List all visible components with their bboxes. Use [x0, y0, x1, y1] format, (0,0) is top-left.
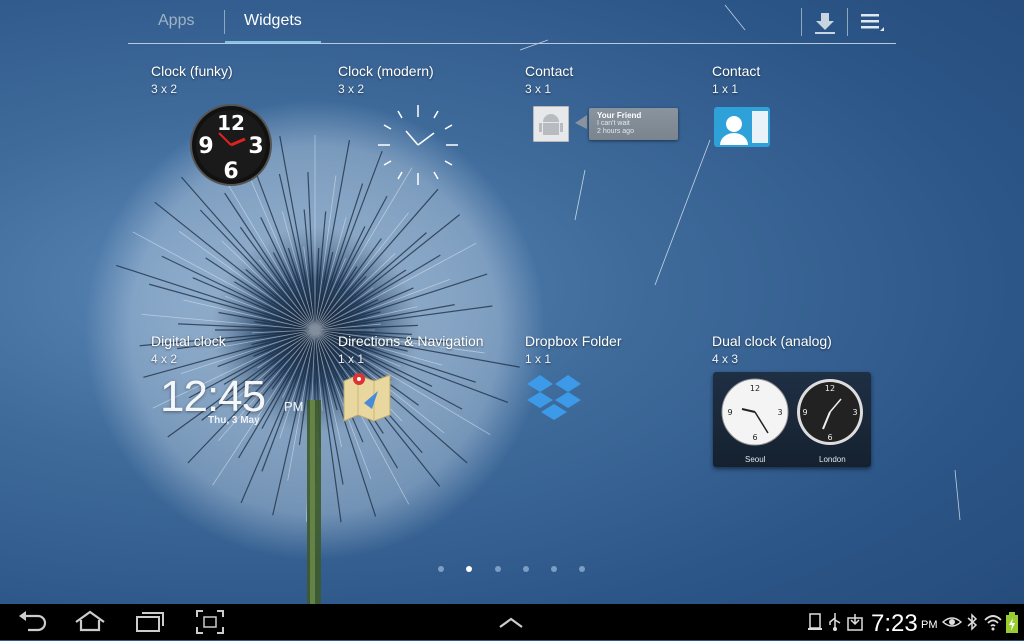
tab-apps[interactable]: Apps	[158, 12, 194, 30]
android-avatar-icon	[533, 106, 569, 142]
battery-charging-icon	[1006, 612, 1018, 633]
recent-apps-button[interactable]	[134, 608, 166, 641]
widget-dropbox-folder[interactable]: Dropbox Folder 1 x 1	[525, 333, 695, 433]
widget-name: Directions & Navigation	[338, 333, 484, 349]
seoul-clock-face: 12 3 6 9	[721, 378, 789, 446]
funky-digit-12: 12	[217, 111, 245, 135]
speech-pointer	[575, 115, 587, 129]
toolbar-divider	[801, 8, 802, 36]
tab-divider	[224, 10, 225, 34]
usb-icon	[829, 613, 841, 631]
contact-name: Your Friend	[597, 111, 642, 120]
dial-6: 6	[752, 433, 757, 442]
widget-name: Clock (funky)	[151, 63, 233, 79]
menu-icon	[861, 14, 884, 31]
status-clock-ampm: PM	[921, 619, 938, 631]
status-clock: 7:23	[871, 610, 918, 637]
widget-name: Contact	[525, 63, 574, 79]
dial-9: 9	[727, 408, 732, 417]
download-button[interactable]	[810, 10, 840, 36]
london-clock-face: 12 3 6 9	[797, 379, 863, 445]
page-dot[interactable]	[438, 566, 444, 572]
smart-stay-eye-icon	[942, 617, 962, 627]
back-icon	[19, 611, 47, 632]
modern-clock-preview	[378, 105, 458, 185]
widget-contact-1x1[interactable]: Contact 1 x 1	[712, 63, 822, 153]
widget-clock-modern[interactable]: Clock (modern) 3 x 2	[338, 63, 508, 193]
widget-size: 4 x 2	[151, 352, 178, 366]
back-button[interactable]	[16, 608, 48, 641]
contact-card: Your Friend I can't wait 2 hours ago	[589, 108, 678, 140]
widget-size: 1 x 1	[712, 82, 739, 96]
contact-card-icon	[714, 107, 770, 147]
widget-name: Dropbox Folder	[525, 333, 622, 349]
widget-name: Dual clock (analog)	[712, 333, 832, 349]
digital-clock-ampm: PM	[284, 399, 304, 414]
widget-dual-clock[interactable]: Dual clock (analog) 4 x 3	[712, 333, 882, 373]
dual-clock-city-right: London	[819, 455, 846, 464]
page-dot[interactable]	[523, 566, 529, 572]
page-dot[interactable]	[579, 566, 585, 572]
widget-directions-navigation[interactable]: Directions & Navigation 1 x 1	[338, 333, 508, 433]
screenshot-button[interactable]	[194, 608, 226, 641]
widget-size: 3 x 2	[338, 82, 365, 96]
download-icon	[815, 13, 835, 34]
funky-digit-9: 9	[198, 134, 213, 159]
page-dot[interactable]	[551, 566, 557, 572]
recent-apps-icon	[136, 612, 164, 632]
contact-message: I can't wait	[597, 120, 630, 127]
funky-digit-6: 6	[223, 159, 238, 184]
widget-size: 3 x 2	[151, 82, 178, 96]
digital-clock-date: Thu, 3 May	[208, 415, 260, 426]
widget-name: Clock (modern)	[338, 63, 434, 79]
widget-name: Digital clock	[151, 333, 226, 349]
dial-12: 12	[750, 384, 760, 393]
dial-12: 12	[825, 384, 835, 393]
menu-button[interactable]	[858, 10, 888, 36]
widget-size: 4 x 3	[712, 352, 739, 366]
contact-time: 2 hours ago	[597, 128, 634, 135]
dropbox-icon	[527, 375, 581, 420]
dual-clock-preview: 12 3 6 9 12 3 6 9 Seoul London	[713, 372, 871, 467]
home-icon	[75, 610, 105, 632]
page-dot[interactable]	[495, 566, 501, 572]
home-button[interactable]	[74, 608, 106, 641]
download-complete-icon	[847, 614, 863, 631]
widget-tab-bar: Apps Widgets	[128, 0, 896, 44]
widget-clock-funky[interactable]: Clock (funky) 3 x 2 12 9 3 6	[151, 63, 321, 193]
widget-size: 1 x 1	[338, 352, 365, 366]
widget-size: 1 x 1	[525, 352, 552, 366]
tab-bar-divider	[128, 43, 896, 44]
screenshot-icon	[196, 610, 224, 634]
bluetooth-icon	[967, 613, 978, 631]
funky-clock-preview: 12 9 3 6	[190, 104, 272, 186]
funky-digit-3: 3	[248, 134, 263, 159]
dial-3: 3	[777, 408, 782, 417]
tab-widgets[interactable]: Widgets	[244, 12, 302, 30]
toolbar-divider	[847, 8, 848, 36]
wifi-icon	[984, 615, 1002, 631]
dial-6: 6	[827, 433, 832, 442]
widget-name: Contact	[712, 63, 761, 79]
device-connection-icon	[808, 613, 822, 630]
dual-clock-city-left: Seoul	[745, 455, 766, 464]
chevron-up-icon	[499, 617, 523, 628]
widget-size: 3 x 1	[525, 82, 552, 96]
dial-3: 3	[852, 408, 857, 417]
map-navigation-icon	[343, 373, 391, 422]
dial-9: 9	[802, 408, 807, 417]
system-navigation-bar: 7:23 PM	[0, 604, 1024, 640]
apps-tray-button[interactable]	[496, 608, 526, 641]
page-dot-active[interactable]	[466, 566, 472, 572]
